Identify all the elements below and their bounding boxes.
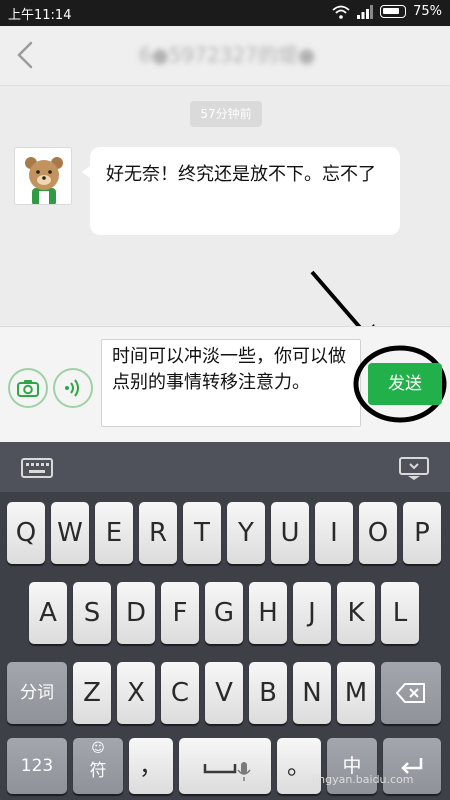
key-s[interactable]: S [73,582,111,644]
key-k[interactable]: K [337,582,375,644]
chat-header: 6●5972327的堤● [0,26,450,86]
segment-key[interactable]: 分词 [7,662,67,724]
key-r[interactable]: R [139,502,177,564]
signal-icon [357,4,374,19]
keyboard-switch-icon[interactable] [21,456,53,480]
key-f[interactable]: F [161,582,199,644]
key-d[interactable]: D [117,582,155,644]
chat-title: 6●5972327的堤● [138,43,316,67]
key-j[interactable]: J [293,582,331,644]
received-message-bubble[interactable]: 好无奈！终究还是放不下。忘不了 [82,147,400,235]
bear-avatar-icon [15,148,71,204]
watermark-text: jingyan.baidu.com [312,773,414,786]
keyboard: Q W E R T Y U I O P A S D F G H J K L 分词… [0,442,450,800]
backspace-icon [395,683,425,703]
numeric-key[interactable]: 123 [7,738,67,794]
space-mic-icon [203,762,251,781]
key-i[interactable]: I [315,502,353,564]
key-z[interactable]: Z [73,662,111,724]
key-w[interactable]: W [51,502,89,564]
hide-keyboard-icon[interactable] [398,456,430,480]
send-button[interactable]: 发送 [368,363,442,405]
status-time: 上午11:14 [8,8,72,23]
wifi-icon [332,5,350,19]
camera-icon [17,380,39,397]
key-x[interactable]: X [117,662,155,724]
key-g[interactable]: G [205,582,243,644]
key-e[interactable]: E [95,502,133,564]
message-input-bar: 时间可以冲淡一些，你可以做点别的事情转移注意力。 发送 [0,326,450,442]
key-q[interactable]: Q [7,502,45,564]
key-v[interactable]: V [205,662,243,724]
space-key[interactable] [179,738,271,794]
key-o[interactable]: O [359,502,397,564]
battery-icon [380,5,407,18]
message-timestamp: 57分钟前 [190,101,262,127]
message-input[interactable]: 时间可以冲淡一些，你可以做点别的事情转移注意力。 [101,339,361,427]
voice-button[interactable] [53,368,93,408]
emoji-icon: ☺ [91,741,105,756]
status-bar: 上午11:14 75% [0,0,450,26]
key-l[interactable]: L [381,582,419,644]
contact-avatar[interactable] [14,147,72,205]
key-c[interactable]: C [161,662,199,724]
key-u[interactable]: U [271,502,309,564]
key-b[interactable]: B [249,662,287,724]
camera-button[interactable] [8,368,48,408]
key-p[interactable]: P [403,502,441,564]
comma-key[interactable]: ， [129,738,173,794]
back-arrow-icon[interactable] [12,38,42,72]
symbol-key[interactable]: ☺ 符 [73,738,123,794]
status-icons: 75% [332,4,442,19]
voice-wave-icon [65,379,79,397]
backspace-key[interactable] [381,662,441,724]
key-t[interactable]: T [183,502,221,564]
key-h[interactable]: H [249,582,287,644]
symbol-key-label: 符 [89,761,107,781]
keyboard-toolbar [0,442,450,492]
key-m[interactable]: M [337,662,375,724]
battery-percent: 75% [413,4,442,19]
key-y[interactable]: Y [227,502,265,564]
key-a[interactable]: A [29,582,67,644]
key-n[interactable]: N [293,662,331,724]
